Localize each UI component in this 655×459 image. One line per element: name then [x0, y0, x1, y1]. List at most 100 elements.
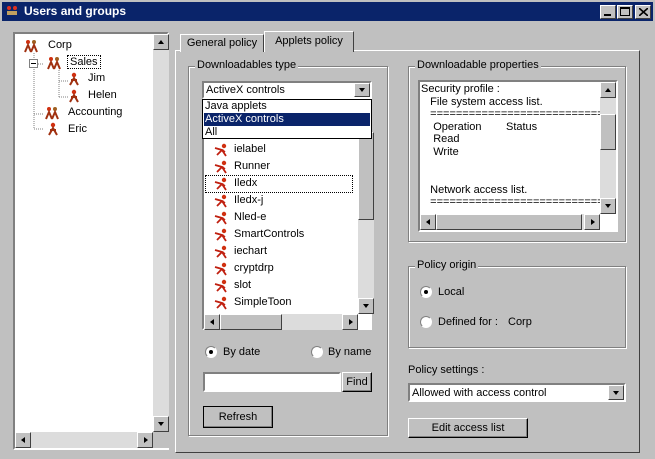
applet-icon — [214, 194, 227, 208]
list-scroll-left-button[interactable] — [204, 314, 220, 330]
list-scroll-down-button[interactable] — [358, 298, 374, 314]
tree-hscroll-track[interactable] — [15, 432, 153, 448]
maximize-icon — [620, 7, 630, 16]
applet-icon — [214, 279, 227, 293]
list-item[interactable]: cryptdrp — [206, 261, 356, 277]
close-icon — [639, 8, 648, 16]
list-item-label: iechart — [234, 245, 268, 257]
group-icon — [24, 40, 38, 53]
policy-origin-defined-label: Defined for : — [438, 316, 498, 328]
option-all[interactable]: All — [204, 126, 370, 139]
applet-icon — [214, 177, 227, 191]
downloadables-type-options: Java applets ActiveX controls All — [202, 99, 372, 139]
group-icon — [45, 107, 59, 120]
close-button[interactable] — [635, 5, 651, 19]
policy-origin-local-radio[interactable] — [420, 286, 432, 298]
props-hscroll-thumb[interactable] — [436, 214, 582, 230]
minimize-button[interactable] — [600, 5, 616, 19]
policy-settings-select[interactable]: Allowed with access control — [408, 383, 626, 402]
list-item-label: SimpleToon — [234, 296, 292, 308]
policy-settings-label: Policy settings : — [408, 364, 485, 376]
tree-expander[interactable] — [29, 59, 38, 68]
tree-scroll-up-button[interactable] — [153, 34, 169, 50]
policy-settings-value: Allowed with access control — [412, 387, 547, 399]
tree-vscroll-track[interactable] — [153, 34, 169, 432]
arrow-right-icon — [591, 219, 595, 225]
tab-join — [265, 50, 353, 52]
chevron-down-icon — [613, 391, 619, 395]
arrow-down-icon — [363, 304, 369, 308]
property-line: =========================== — [421, 196, 601, 209]
tree-scroll-right-button[interactable] — [137, 432, 153, 448]
tree-scroll-left-button[interactable] — [15, 432, 31, 448]
policy-settings-dropdown-button[interactable] — [608, 385, 624, 400]
minimize-icon — [604, 14, 611, 16]
list-item[interactable]: Iledx — [205, 175, 353, 193]
list-item-label: Iledx — [234, 177, 258, 189]
tab-general-policy[interactable]: General policy — [180, 34, 264, 52]
list-item-label: ielabel — [234, 143, 266, 155]
title-bar[interactable]: Users and groups — [2, 2, 653, 21]
tree-node-sales[interactable]: Sales — [67, 55, 101, 69]
find-button-label: Find — [346, 376, 368, 388]
option-java-applets[interactable]: Java applets — [204, 100, 370, 113]
refresh-button[interactable]: Refresh — [203, 406, 273, 428]
list-item-label: Nled-e — [234, 211, 267, 223]
tree-node-corp[interactable]: Corp — [48, 39, 72, 51]
props-scroll-down-button[interactable] — [600, 198, 616, 214]
list-item[interactable]: slot — [206, 278, 356, 294]
arrow-right-icon — [144, 437, 148, 443]
policy-origin-local-label: Local — [438, 286, 465, 298]
tree-node-eric[interactable]: Eric — [68, 123, 87, 135]
props-scroll-left-button[interactable] — [420, 214, 436, 230]
edit-access-list-button[interactable]: Edit access list — [408, 418, 528, 438]
list-item-label: slot — [234, 279, 252, 291]
downloadables-type-select[interactable]: ActiveX controls — [202, 81, 372, 99]
props-scroll-right-button[interactable] — [584, 214, 600, 230]
security-profile-text[interactable]: Security profile : File system access li… — [418, 80, 618, 232]
app-icon — [7, 6, 17, 15]
tab-applets-policy[interactable]: Applets policy — [264, 31, 354, 52]
applet-icon — [214, 211, 227, 225]
applet-icon — [214, 296, 227, 310]
list-item[interactable]: iechart — [206, 244, 356, 260]
tree-node-accounting[interactable]: Accounting — [68, 106, 122, 118]
list-hscroll-thumb[interactable] — [220, 314, 282, 330]
downloadables-list[interactable]: ielabel Runner Iledx Iledx-j Nled-e SmartCont… — [202, 130, 374, 330]
sort-by-date-label: By date — [223, 346, 261, 358]
group-icon — [47, 57, 61, 70]
find-input[interactable] — [203, 372, 341, 392]
tree-node-helen[interactable]: Helen — [88, 89, 117, 101]
radio-selected-dot — [209, 350, 213, 354]
sort-by-date-radio[interactable] — [205, 346, 217, 358]
user-icon — [69, 72, 79, 86]
applet-icon — [214, 262, 227, 276]
find-button[interactable]: Find — [342, 372, 372, 392]
chevron-down-icon — [359, 88, 365, 92]
list-item[interactable]: Runner — [206, 159, 356, 175]
downloadables-type-value: ActiveX controls — [206, 84, 285, 96]
list-item[interactable]: SmartControls — [206, 227, 356, 243]
sort-by-name-label: By name — [328, 346, 372, 358]
users-and-groups-window: Users and groups Corp Sales Jim Helen Ac… — [0, 0, 655, 459]
list-item-label: Iledx-j — [234, 194, 264, 206]
list-item[interactable]: Iledx-j — [206, 193, 356, 209]
list-item[interactable]: SimpleToon — [206, 295, 356, 311]
props-vscroll-thumb[interactable] — [600, 114, 616, 150]
list-vscroll-thumb[interactable] — [358, 132, 374, 220]
policy-origin-defined-radio[interactable] — [420, 316, 432, 328]
props-scroll-up-button[interactable] — [600, 82, 616, 98]
policy-origin-defined-value: Corp — [508, 316, 532, 328]
list-item[interactable]: Nled-e — [206, 210, 356, 226]
option-activex-controls[interactable]: ActiveX controls — [204, 113, 370, 126]
list-item[interactable]: ielabel — [206, 142, 356, 158]
user-icon — [48, 122, 58, 136]
tree-scroll-down-button[interactable] — [153, 416, 169, 432]
policy-origin-label: Policy origin — [415, 259, 479, 271]
list-scroll-right-button[interactable] — [342, 314, 358, 330]
downloadables-type-dropdown-button[interactable] — [354, 83, 370, 97]
tree-node-jim[interactable]: Jim — [88, 72, 105, 84]
maximize-button[interactable] — [617, 5, 633, 19]
sort-by-name-radio[interactable] — [311, 346, 323, 358]
user-tree[interactable]: Corp Sales Jim Helen Accounting Eric — [13, 32, 169, 450]
